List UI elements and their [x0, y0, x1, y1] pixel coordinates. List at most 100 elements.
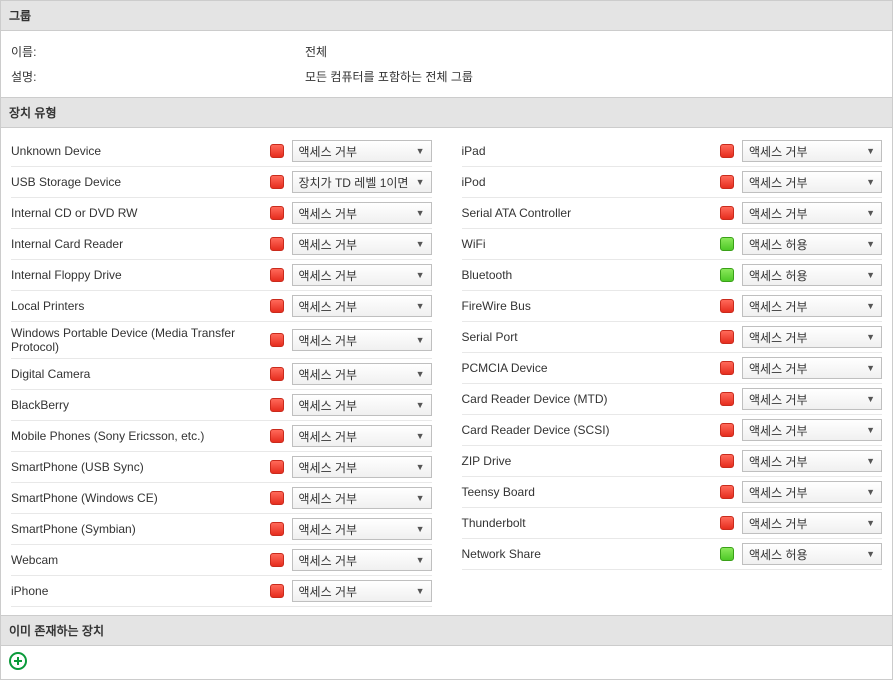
device-label: iPhone: [11, 584, 270, 598]
device-row: SmartPhone (Windows CE) 액세스 거부: [11, 483, 432, 514]
device-row: iPad 액세스 거부: [462, 136, 883, 167]
device-row: Bluetooth 액세스 허용: [462, 260, 883, 291]
device-label: WiFi: [462, 237, 721, 251]
device-label: Unknown Device: [11, 144, 270, 158]
access-select[interactable]: 액세스 거부: [292, 456, 432, 478]
status-indicator-icon: [720, 423, 734, 437]
access-select[interactable]: 액세스 거부: [742, 388, 882, 410]
device-label: USB Storage Device: [11, 175, 270, 189]
status-indicator-icon: [720, 485, 734, 499]
group-section-header: 그룹: [1, 1, 892, 31]
device-row: Teensy Board액세스 거부: [462, 477, 883, 508]
device-label: SmartPhone (USB Sync): [11, 460, 270, 474]
device-label: Mobile Phones (Sony Ericsson, etc.): [11, 429, 270, 443]
status-indicator-icon: [720, 516, 734, 530]
device-row: Mobile Phones (Sony Ericsson, etc.) 액세스 거…: [11, 421, 432, 452]
access-select[interactable]: 액세스 거부: [292, 233, 432, 255]
access-select[interactable]: 액세스 거부: [742, 202, 882, 224]
status-indicator-icon: [720, 144, 734, 158]
group-name-row: 이름: 전체: [11, 39, 882, 64]
device-label: SmartPhone (Symbian): [11, 522, 270, 536]
status-indicator-icon: [270, 367, 284, 381]
status-indicator-icon: [270, 237, 284, 251]
access-select[interactable]: 액세스 허용: [742, 543, 882, 565]
status-indicator-icon: [270, 299, 284, 313]
access-select[interactable]: 액세스 거부: [292, 264, 432, 286]
device-row: Internal CD or DVD RW 액세스 거부: [11, 198, 432, 229]
device-label: iPod: [462, 175, 721, 189]
status-indicator-icon: [270, 175, 284, 189]
device-row: Thunderbolt액세스 거부: [462, 508, 883, 539]
access-select[interactable]: 장치가 TD 레벨 1이면: [292, 171, 432, 193]
status-indicator-icon: [720, 175, 734, 189]
access-select[interactable]: 액세스 거부: [292, 580, 432, 602]
group-desc-row: 설명: 모든 컴퓨터를 포함하는 전체 그룹: [11, 64, 882, 89]
status-indicator-icon: [270, 522, 284, 536]
device-types-body: Unknown Device 액세스 거부 USB Storage Device 장치…: [1, 128, 892, 615]
access-select[interactable]: 액세스 거부: [742, 357, 882, 379]
device-row: FireWire Bus 액세스 거부: [462, 291, 883, 322]
status-indicator-icon: [270, 333, 284, 347]
access-select[interactable]: 액세스 거부: [292, 425, 432, 447]
device-row: iPhone 액세스 거부: [11, 576, 432, 607]
existing-devices-section-header: 이미 존재하는 장치: [1, 616, 892, 646]
access-select[interactable]: 액세스 거부: [292, 394, 432, 416]
device-row: SmartPhone (Symbian) 액세스 거부: [11, 514, 432, 545]
device-row: SmartPhone (USB Sync) 액세스 거부: [11, 452, 432, 483]
status-indicator-icon: [270, 460, 284, 474]
access-select[interactable]: 액세스 거부: [742, 295, 882, 317]
access-select[interactable]: 액세스 거부: [742, 481, 882, 503]
access-select[interactable]: 액세스 거부: [742, 419, 882, 441]
add-device-button[interactable]: [9, 652, 27, 670]
access-select[interactable]: 액세스 허용: [742, 264, 882, 286]
device-label: Card Reader Device (SCSI): [462, 423, 721, 437]
device-row: Network Share액세스 허용: [462, 539, 883, 570]
status-indicator-icon: [720, 361, 734, 375]
status-indicator-icon: [270, 553, 284, 567]
device-row: Unknown Device 액세스 거부: [11, 136, 432, 167]
access-select[interactable]: 액세스 거부: [292, 549, 432, 571]
device-label: Card Reader Device (MTD): [462, 392, 721, 406]
device-label: Bluetooth: [462, 268, 721, 282]
access-select[interactable]: 액세스 허용: [742, 233, 882, 255]
device-row: BlackBerry액세스 거부: [11, 390, 432, 421]
device-row: USB Storage Device 장치가 TD 레벨 1이면: [11, 167, 432, 198]
device-row: Digital Camera액세스 거부: [11, 359, 432, 390]
device-row: PCMCIA Device액세스 거부: [462, 353, 883, 384]
status-indicator-icon: [270, 584, 284, 598]
status-indicator-icon: [720, 392, 734, 406]
access-select[interactable]: 액세스 거부: [292, 202, 432, 224]
device-row: Card Reader Device (SCSI) 액세스 거부: [462, 415, 883, 446]
group-desc-value: 모든 컴퓨터를 포함하는 전체 그룹: [305, 68, 882, 85]
group-name-label: 이름:: [11, 43, 305, 60]
existing-devices-body: [1, 646, 892, 679]
status-indicator-icon: [270, 429, 284, 443]
device-column-right: iPad 액세스 거부 iPod 액세스 거부 Serial ATA Controlle…: [462, 136, 883, 607]
group-section-body: 이름: 전체 설명: 모든 컴퓨터를 포함하는 전체 그룹: [1, 31, 892, 97]
device-row: Serial Port액세스 거부: [462, 322, 883, 353]
access-select[interactable]: 액세스 거부: [292, 363, 432, 385]
main-panel: 그룹 이름: 전체 설명: 모든 컴퓨터를 포함하는 전체 그룹 장치 유형 U…: [0, 0, 893, 680]
device-row: iPod 액세스 거부: [462, 167, 883, 198]
status-indicator-icon: [720, 299, 734, 313]
access-select[interactable]: 액세스 거부: [742, 450, 882, 472]
access-select[interactable]: 액세스 거부: [292, 329, 432, 351]
device-label: Local Printers: [11, 299, 270, 313]
device-label: Internal Floppy Drive: [11, 268, 270, 282]
device-label: SmartPhone (Windows CE): [11, 491, 270, 505]
access-select[interactable]: 액세스 거부: [742, 171, 882, 193]
device-label: Internal CD or DVD RW: [11, 206, 270, 220]
access-select[interactable]: 액세스 거부: [292, 487, 432, 509]
access-select[interactable]: 액세스 거부: [292, 295, 432, 317]
device-label: FireWire Bus: [462, 299, 721, 313]
access-select[interactable]: 액세스 거부: [292, 518, 432, 540]
access-select[interactable]: 액세스 거부: [742, 512, 882, 534]
access-select[interactable]: 액세스 거부: [742, 140, 882, 162]
device-types-section-header: 장치 유형: [1, 98, 892, 128]
device-label: Serial ATA Controller: [462, 206, 721, 220]
device-column-left: Unknown Device 액세스 거부 USB Storage Device 장치…: [11, 136, 432, 607]
device-label: iPad: [462, 144, 721, 158]
status-indicator-icon: [270, 268, 284, 282]
access-select[interactable]: 액세스 거부: [742, 326, 882, 348]
access-select[interactable]: 액세스 거부: [292, 140, 432, 162]
